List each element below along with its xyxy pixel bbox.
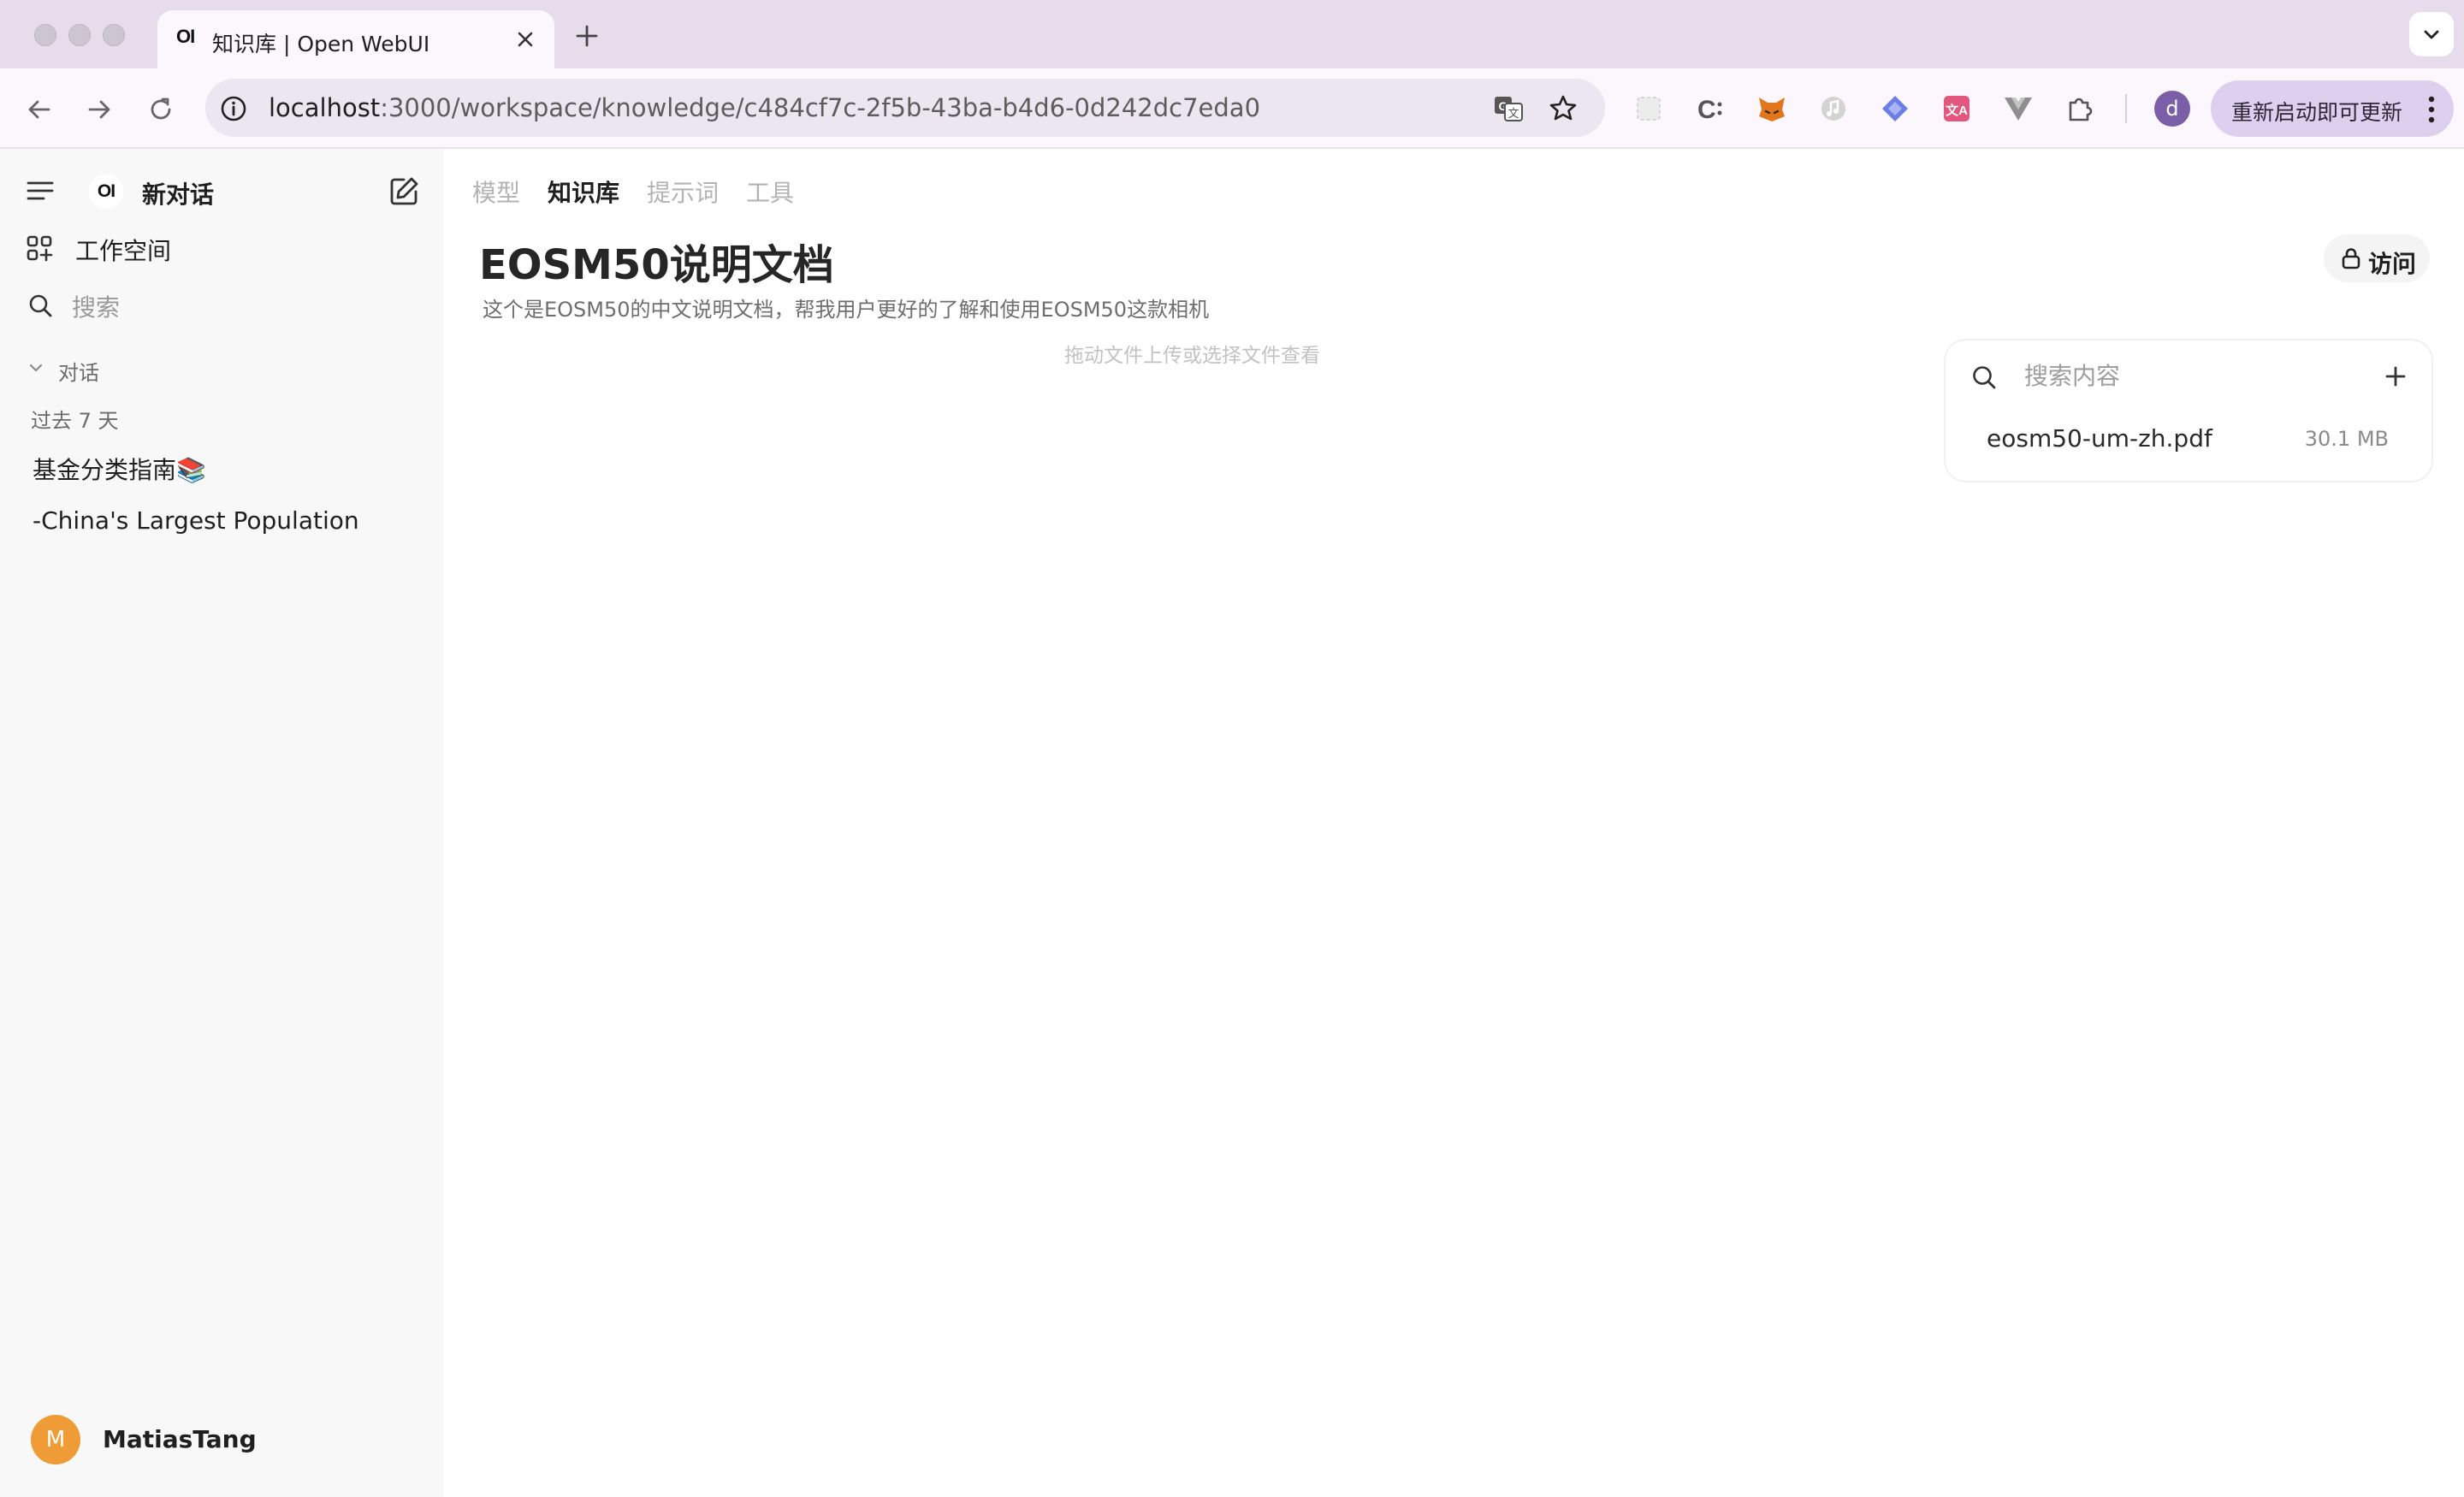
user-name[interactable]: MatiasTang: [103, 1425, 257, 1453]
url-text[interactable]: localhost:3000/workspace/knowledge/c484c…: [269, 93, 1260, 122]
chevron-down-icon[interactable]: [27, 359, 44, 376]
knowledge-description[interactable]: 这个是EOSM50的中文说明文档，帮我用户更好的了解和使用EOSM50这款相机: [483, 293, 1209, 322]
vue-icon[interactable]: [2002, 92, 2035, 125]
address-bar[interactable]: localhost:3000/workspace/knowledge/c484c…: [205, 79, 1605, 137]
search-icon: [27, 293, 53, 318]
tab-models[interactable]: 模型: [472, 175, 520, 209]
tab-title: 知识库 | Open WebUI: [212, 32, 430, 56]
new-chat-label[interactable]: 新对话: [142, 176, 214, 210]
translate-page-icon[interactable]: G文: [1492, 92, 1525, 125]
tab-prompts[interactable]: 提示词: [647, 175, 719, 209]
tab-tools[interactable]: 工具: [746, 175, 794, 209]
add-file-icon[interactable]: [2380, 361, 2411, 392]
fox-icon[interactable]: [1756, 92, 1788, 125]
screenshot-icon[interactable]: [1632, 92, 1665, 125]
toolbar-separator: [2125, 94, 2127, 123]
update-label: 重新启动即可更新: [2231, 100, 2403, 125]
new-tab-icon[interactable]: [570, 19, 604, 53]
workspace-link[interactable]: 工作空间: [75, 233, 171, 267]
sidebar-search[interactable]: 搜索: [72, 289, 120, 323]
menu-icon[interactable]: [26, 178, 55, 204]
chat-item-1[interactable]: -China's Largest Population: [33, 506, 359, 535]
c-icon[interactable]: C: [1694, 92, 1727, 125]
browser-titlebar: OI 知识库 | Open WebUI: [0, 0, 2464, 68]
tab-search-chevron-icon[interactable]: [2409, 12, 2454, 56]
profile-avatar[interactable]: d: [2154, 91, 2190, 127]
svg-text:C: C: [1697, 96, 1716, 124]
update-button[interactable]: 重新启动即可更新: [2211, 80, 2454, 137]
reload-icon[interactable]: [144, 92, 178, 127]
file-search-input[interactable]: [2023, 356, 2365, 395]
window-zoom-dot[interactable]: [103, 24, 125, 46]
file-panel: eosm50-um-zh.pdf 30.1 MB: [1944, 339, 2433, 482]
sidebar: OI 新对话 工作空间 搜索 对话 过去 7 天 基金分类指南📚 -China'…: [0, 149, 443, 1497]
svg-text:文: 文: [1507, 107, 1519, 120]
back-arrow-icon[interactable]: [22, 92, 56, 127]
main-content: 模型 知识库 提示词 工具 EOSM50说明文档 这个是EOSM50的中文说明文…: [443, 149, 2464, 1497]
browser-tab[interactable]: OI 知识库 | Open WebUI: [157, 10, 554, 68]
bookmark-star-icon[interactable]: [1547, 92, 1579, 125]
file-size: 30.1 MB: [2304, 427, 2389, 451]
site-info-icon[interactable]: [219, 94, 248, 123]
window-close-dot[interactable]: [34, 24, 56, 46]
tab-favicon: OI: [176, 26, 195, 47]
music-icon[interactable]: [1817, 92, 1850, 125]
tab-knowledge[interactable]: 知识库: [548, 175, 619, 209]
edit-icon[interactable]: [387, 175, 421, 209]
access-button[interactable]: 访问: [2324, 234, 2430, 282]
chat-item-0[interactable]: 基金分类指南📚: [33, 452, 206, 486]
access-label: 访问: [2368, 250, 2417, 278]
puzzle-icon[interactable]: [2064, 92, 2096, 125]
file-name: eosm50-um-zh.pdf: [1987, 424, 2212, 453]
drop-hint: 拖动文件上传或选择文件查看: [1064, 345, 1320, 367]
svg-text:文A: 文A: [1946, 103, 1968, 118]
time-group-label: 过去 7 天: [31, 409, 119, 433]
chats-section-label[interactable]: 对话: [58, 356, 99, 386]
forward-arrow-icon[interactable]: [82, 92, 116, 127]
workspace-grid-icon: [26, 234, 53, 262]
translate-icon[interactable]: 文A: [1940, 92, 1973, 125]
app-logo: OI: [89, 175, 123, 209]
file-item[interactable]: eosm50-um-zh.pdf 30.1 MB: [1959, 412, 2418, 464]
file-search-icon: [1969, 363, 1999, 392]
lock-icon: [2342, 248, 2360, 269]
tab-close-icon[interactable]: [512, 26, 539, 53]
user-avatar[interactable]: M: [31, 1415, 80, 1464]
browser-toolbar: localhost:3000/workspace/knowledge/c484c…: [0, 68, 2464, 149]
diamond-icon[interactable]: [1879, 92, 1911, 125]
more-vertical-icon[interactable]: [2426, 95, 2437, 124]
window-minimize-dot[interactable]: [68, 24, 91, 46]
knowledge-title[interactable]: EOSM50说明文档: [479, 231, 834, 291]
